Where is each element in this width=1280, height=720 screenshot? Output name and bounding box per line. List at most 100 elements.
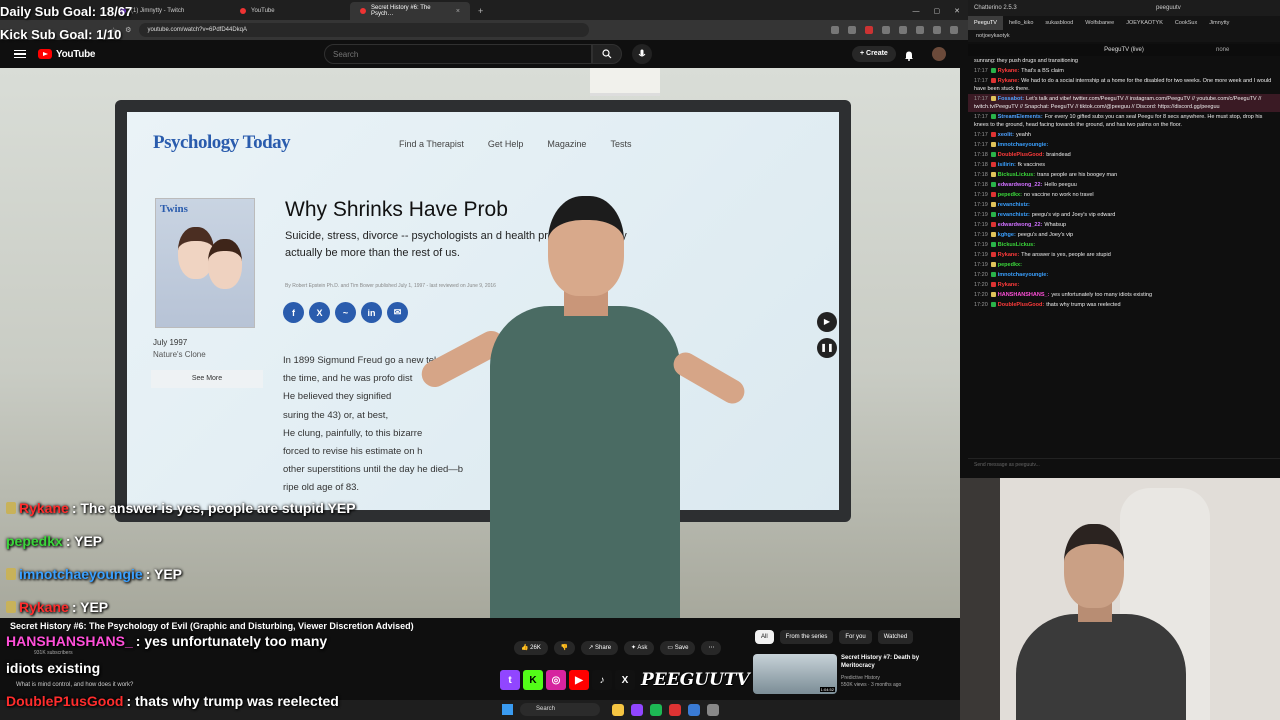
chat-message-row[interactable]: 17:17 Fossabot: Let's talk and vibe! twitt…: [968, 94, 1280, 112]
extension-icon[interactable]: [865, 26, 873, 34]
chat-message-row[interactable]: 17:20 imnotchaeyoungie:: [968, 270, 1280, 280]
message-username[interactable]: imnotchaeyoungie:: [998, 272, 1048, 278]
minimize-icon[interactable]: —: [913, 8, 920, 15]
message-username[interactable]: edwardwong_22:: [998, 222, 1043, 228]
avatar[interactable]: [932, 47, 946, 61]
search-button[interactable]: [592, 44, 622, 64]
chat-message-row[interactable]: 17:17 imnotchaeyoungie:: [968, 140, 1280, 150]
message-username[interactable]: Rykane:: [998, 252, 1019, 258]
chat-message-row[interactable]: sunrang: they push drugs and transitioni…: [968, 56, 1280, 66]
chat-message-row[interactable]: 17:19 Rykane: The answer is yes, people ar…: [968, 250, 1280, 260]
extension-icon[interactable]: [882, 26, 890, 34]
chat-tab[interactable]: notjoeykaotyk: [968, 30, 1280, 42]
message-username[interactable]: Fossabot:: [998, 96, 1024, 102]
message-username[interactable]: revanchistz:: [998, 212, 1030, 218]
app-icon[interactable]: [688, 704, 700, 716]
more-actions-button[interactable]: ⋯: [701, 641, 722, 655]
youtube-logo[interactable]: YouTube: [38, 49, 96, 60]
file-explorer-icon[interactable]: [612, 704, 624, 716]
site-info-icon[interactable]: ⚙: [125, 26, 131, 34]
hamburger-menu-icon[interactable]: [14, 49, 26, 59]
message-username[interactable]: imnotchaeyoungie:: [998, 142, 1048, 148]
chat-message-row[interactable]: 17:20 HANSHANSHANS_: yes unfortunately too…: [968, 290, 1280, 300]
message-username[interactable]: pepedkx:: [998, 192, 1022, 198]
chat-messages[interactable]: sunrang: they push drugs and transitioni…: [968, 56, 1280, 456]
chat-message-row[interactable]: 17:18 edwardwong_22: Hello peeguu: [968, 180, 1280, 190]
chat-tab[interactable]: sukasblood: [1039, 16, 1079, 30]
chip-all[interactable]: All: [755, 630, 774, 644]
ask-button[interactable]: ✦ Ask: [624, 641, 655, 655]
app-icon[interactable]: [669, 704, 681, 716]
new-tab-button[interactable]: +: [470, 2, 491, 20]
chat-message-row[interactable]: 17:18 BickusLickus: trans people are his b…: [968, 170, 1280, 180]
notifications-bell-icon[interactable]: [904, 48, 914, 66]
menu-icon[interactable]: [950, 26, 958, 34]
chat-tab[interactable]: JOEYKAOTYK: [1120, 16, 1169, 30]
chat-message-row[interactable]: 17:20 DoublePlusGood: thats why trump was …: [968, 300, 1280, 310]
message-username[interactable]: kghge:: [998, 232, 1016, 238]
app-icon[interactable]: [631, 704, 643, 716]
close-tab-icon[interactable]: ×: [456, 8, 460, 15]
url-field[interactable]: youtube.com/watch?v=6PdfD44DkqA: [139, 23, 590, 37]
message-username[interactable]: HANSHANSHANS_:: [998, 292, 1050, 298]
chat-message-row[interactable]: 17:19 pepedkx:: [968, 260, 1280, 270]
chat-message-row[interactable]: 17:19 kghge: peegu's and Joey's vip: [968, 230, 1280, 240]
message-username[interactable]: Rykane:: [998, 68, 1019, 74]
windows-start-icon[interactable]: [502, 704, 513, 715]
message-username[interactable]: DoublePlusGood:: [998, 152, 1044, 158]
message-username[interactable]: StreamElements:: [998, 114, 1043, 120]
message-username[interactable]: BickusLickus:: [998, 242, 1035, 248]
dislike-button[interactable]: 👎: [553, 641, 576, 655]
close-window-icon[interactable]: ✕: [954, 7, 960, 15]
chat-input[interactable]: Send message as peeguutv...: [968, 458, 1280, 470]
chip-from-series[interactable]: From the series: [779, 630, 834, 644]
extension-icon[interactable]: [933, 26, 941, 34]
chat-message-row[interactable]: 17:17 xeolit: yeahh: [968, 130, 1280, 140]
description-snippet[interactable]: What is mind control, and how does it wo…: [16, 682, 133, 688]
chat-tab[interactable]: PeeguTV: [968, 16, 1003, 30]
extension-icon[interactable]: [899, 26, 907, 34]
message-username[interactable]: Rykane:: [998, 78, 1019, 84]
search-input[interactable]: [324, 44, 592, 64]
tab-youtube[interactable]: YouTube: [230, 2, 350, 20]
chat-message-row[interactable]: 17:20 Rykane:: [968, 280, 1280, 290]
chat-tab[interactable]: CookSux: [1169, 16, 1203, 30]
message-username[interactable]: pepedkx:: [998, 262, 1022, 268]
recommendation-thumbnail[interactable]: 1:04:52: [753, 654, 837, 694]
cast-icon[interactable]: [831, 26, 839, 34]
save-button[interactable]: ▭ Save: [660, 641, 696, 655]
share-button[interactable]: ↗ Share: [581, 641, 619, 655]
chip-for-you[interactable]: For you: [839, 630, 872, 644]
app-icon[interactable]: [707, 704, 719, 716]
spotify-icon[interactable]: [650, 704, 662, 716]
message-username[interactable]: Rykane:: [998, 282, 1019, 288]
chip-watched[interactable]: Watched: [877, 630, 914, 644]
tab-secret-history[interactable]: Secret History #6: The Psych… ×: [350, 2, 470, 20]
extension-icon[interactable]: [916, 26, 924, 34]
message-username[interactable]: BickusLickus:: [998, 172, 1035, 178]
chat-message-row[interactable]: 17:18 isilirin: fk vaccines: [968, 160, 1280, 170]
maximize-icon[interactable]: ▢: [934, 7, 941, 15]
voice-search-button[interactable]: [632, 44, 652, 64]
share-icon[interactable]: [848, 26, 856, 34]
chat-message-row[interactable]: 17:17 Rykane: That's a BS claim: [968, 66, 1280, 76]
like-button[interactable]: 👍 26K: [514, 641, 548, 655]
recommendation-title[interactable]: Secret History #7: Death by Meritocracy: [841, 654, 941, 670]
message-username[interactable]: edwardwong_22:: [998, 182, 1043, 188]
chat-tab[interactable]: hello_kiko: [1003, 16, 1039, 30]
chat-message-row[interactable]: 17:19 edwardwong_22: Whatsup: [968, 220, 1280, 230]
chat-message-row[interactable]: 17:19 revanchistz:: [968, 200, 1280, 210]
chat-message-row[interactable]: 17:17 Rykane: We had to do a social intern…: [968, 76, 1280, 94]
chat-message-row[interactable]: 17:18 DoublePlusGood: braindead: [968, 150, 1280, 160]
video-player[interactable]: Psychology Today Find a Therapist Get He…: [0, 68, 960, 618]
message-username[interactable]: isilirin:: [998, 162, 1016, 168]
chat-message-row[interactable]: 17:19 BickusLickus:: [968, 240, 1280, 250]
chat-tab[interactable]: Wolfsbanee: [1079, 16, 1120, 30]
chatterino-user[interactable]: peeguutv: [1156, 0, 1181, 16]
message-username[interactable]: DoublePlusGood:: [998, 302, 1044, 308]
chat-message-row[interactable]: 17:19 pepedkx: no vaccine no work no trave…: [968, 190, 1280, 200]
create-button[interactable]: + Create: [852, 46, 896, 62]
chat-message-row[interactable]: 17:19 revanchistz: peegu's vip and Joey's …: [968, 210, 1280, 220]
message-username[interactable]: xeolit:: [998, 132, 1014, 138]
chat-tab[interactable]: Jimnytty: [1203, 16, 1235, 30]
